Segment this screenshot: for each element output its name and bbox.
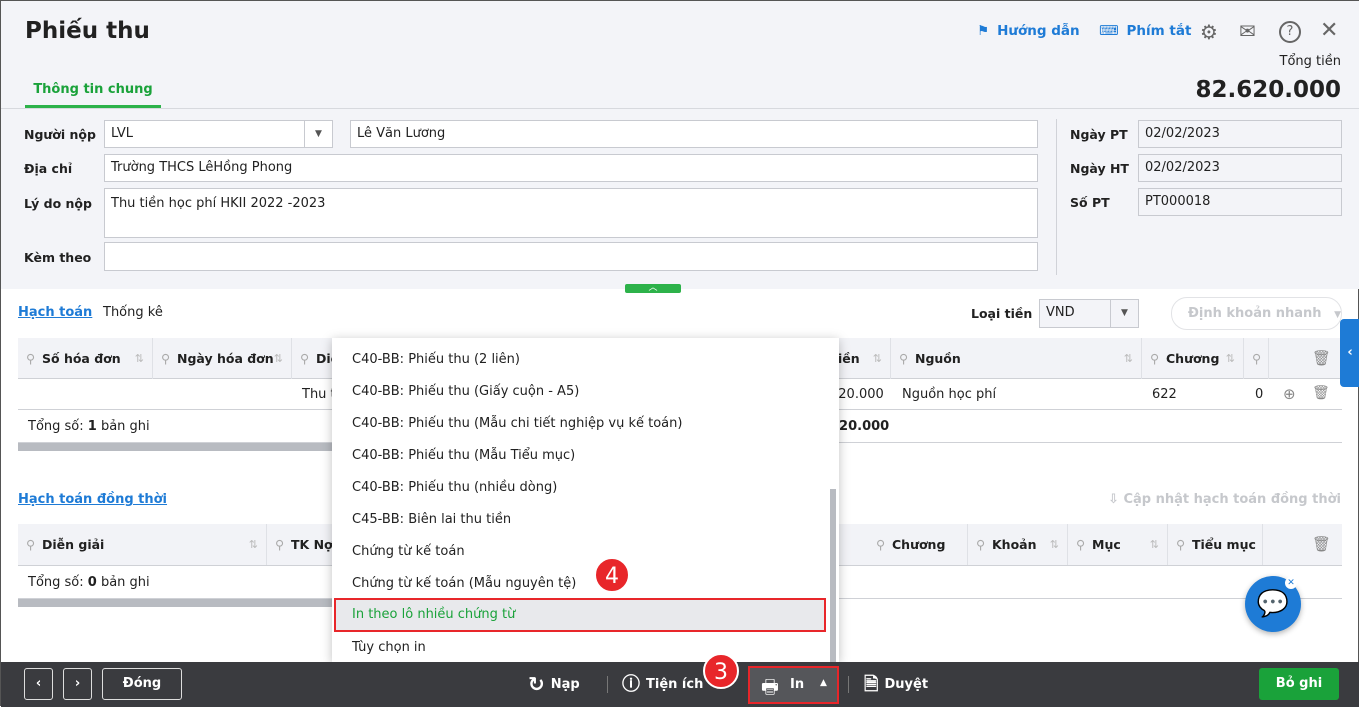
total-records: Tổng số: 0 bản ghi [28, 575, 150, 590]
prev-button[interactable]: ‹ [24, 668, 53, 700]
horizontal-scrollbar[interactable] [18, 599, 338, 607]
keyboard-icon: ⌨ [1099, 23, 1119, 39]
signpost-icon: ⚑ [977, 23, 990, 39]
footer-bar: ‹ › Đóng ↻ Nạp ⓘ Tiện ích 🖶 In ▲ 🗎 Duyệt Bỏ… [1, 662, 1359, 707]
form-divider [1056, 119, 1057, 275]
total-records: Tổng số: 1 bản ghi [28, 419, 150, 434]
col-next: ⚲ [1244, 338, 1269, 379]
separator [607, 676, 608, 693]
address-input[interactable]: Trường THCS LêHồng Phong [104, 154, 1038, 182]
attach-label: Kèm theo [24, 250, 92, 265]
delete-all-icon[interactable]: 🗑 [1312, 535, 1331, 553]
mail-forward-icon[interactable]: ✉ [1239, 19, 1256, 43]
col-invoice-no[interactable]: ⚲ Số hóa đơn ⇅ [18, 338, 153, 379]
refresh-icon: ↻ [528, 672, 545, 696]
document-icon: 🗎 [864, 674, 879, 695]
chevron-down-icon: ▼ [1110, 300, 1138, 327]
quick-entry-label: Định khoản nhanh [1188, 306, 1322, 321]
collapse-handle[interactable]: ︿ [625, 284, 681, 293]
menu-item[interactable]: Chứng từ kế toán [352, 536, 465, 568]
help-icon[interactable]: ? [1279, 21, 1301, 43]
menu-item[interactable]: C40-BB: Phiếu thu (2 liên) [352, 344, 520, 376]
next-button[interactable]: › [63, 668, 92, 700]
reason-input[interactable]: Thu tiền học phí HKII 2022 -2023 [104, 188, 1038, 238]
cell-description: Thu t [302, 387, 336, 402]
print-button[interactable]: 🖶 In ▲ [748, 666, 839, 704]
total-label: Tổng tiền [1279, 54, 1341, 69]
currency-label: Loại tiền [971, 306, 1033, 321]
address-label: Địa chỉ [24, 161, 73, 176]
delete-all-icon[interactable]: 🗑 [1312, 349, 1331, 367]
gear-icon[interactable]: ⚙ [1200, 20, 1218, 44]
concurrent-accounting-title[interactable]: Hạch toán đồng thời [18, 492, 167, 507]
separator [848, 676, 849, 693]
utilities-button[interactable]: ⓘ Tiện ích [622, 662, 703, 707]
menu-item[interactable]: C40-BB: Phiếu thu (Giấy cuộn - A5) [352, 376, 579, 408]
payer-name-input[interactable]: Lê Văn Lương [350, 120, 1038, 148]
col-invoice-date[interactable]: ⚲ Ngày hóa đơn ⇅ [153, 338, 292, 379]
approve-button[interactable]: 🗎 Duyệt [864, 662, 928, 707]
payer-code-select[interactable]: LVL ▼ [104, 120, 333, 148]
cell-source: Nguồn học phí [902, 387, 997, 402]
cell-chapter: 622 [1152, 387, 1177, 402]
close-icon[interactable]: ✕ [1320, 18, 1338, 43]
cell-next: 0 [1255, 387, 1264, 402]
tab-general-info[interactable]: Thông tin chung [25, 81, 161, 108]
unsave-button[interactable]: Bỏ ghi [1259, 668, 1339, 700]
attach-input[interactable] [104, 242, 1038, 271]
side-panel-toggle[interactable]: ‹ [1340, 319, 1359, 387]
menu-item[interactable]: C40-BB: Phiếu thu (Mẫu Tiểu mục) [352, 440, 575, 472]
chat-close-icon[interactable]: ✕ [1285, 577, 1297, 589]
date-ht-input[interactable]: 02/02/2023 [1138, 154, 1342, 182]
add-row-icon[interactable]: ⊕ [1283, 385, 1296, 403]
shortcuts-label: Phím tắt [1126, 23, 1192, 39]
col-item[interactable]: ⚲ Khoản ⇅ [968, 524, 1068, 565]
menu-item[interactable]: C45-BB: Biên lai thu tiền [352, 504, 511, 536]
quick-entry-button[interactable]: Định khoản nhanh ▼ [1171, 297, 1342, 330]
total-value: 82.620.000 [1195, 77, 1341, 103]
horizontal-scrollbar[interactable] [18, 443, 338, 451]
menu-item[interactable]: C40-BB: Phiếu thu (nhiều dòng) [352, 472, 557, 504]
update-concurrent-button[interactable]: ⇩ Cập nhật hạch toán đồng thời [1108, 492, 1341, 507]
delete-row-icon[interactable]: 🗑 [1312, 385, 1330, 401]
tab-accounting[interactable]: Hạch toán [18, 305, 92, 320]
col-source[interactable]: ⚲ Nguồn ⇅ [891, 338, 1142, 379]
caret-up-icon: ▲ [820, 678, 827, 688]
close-button[interactable]: Đóng [102, 668, 182, 700]
menu-item[interactable]: C40-BB: Phiếu thu (Mẫu chi tiết nghiệp v… [352, 408, 682, 440]
shortcuts-link[interactable]: ⌨ Phím tắt [1099, 23, 1191, 39]
guide-link[interactable]: ⚑ Hướng dẫn [977, 23, 1080, 39]
print-menu: C40-BB: Phiếu thu (2 liên) C40-BB: Phiếu… [332, 338, 839, 662]
divider [1, 108, 1359, 109]
payer-label: Người nộp [24, 127, 96, 142]
col-subsection[interactable]: ⚲ Tiểu mục [1168, 524, 1263, 565]
date-pt-input[interactable]: 02/02/2023 [1138, 120, 1342, 148]
guide-label: Hướng dẫn [997, 23, 1080, 39]
col-description[interactable]: ⚲ Diễn giải ⇅ [18, 524, 267, 565]
tab-stats[interactable]: Thống kê [103, 305, 163, 320]
so-pt-input[interactable]: PT000018 [1138, 188, 1342, 216]
step-3-badge: 3 [703, 653, 739, 689]
step-4-badge: 4 [594, 557, 630, 593]
printer-icon: 🖶 [761, 676, 779, 698]
so-pt-label: Số PT [1070, 195, 1110, 210]
col-chapter[interactable]: ⚲ Chương [868, 524, 968, 565]
date-pt-label: Ngày PT [1070, 127, 1128, 142]
menu-item[interactable]: Tùy chọn in [352, 632, 426, 664]
menu-item[interactable]: Chứng từ kế toán (Mẫu nguyên tệ) [352, 568, 576, 600]
payer-code-value: LVL [111, 126, 133, 141]
menu-item-highlighted[interactable]: In theo lô nhiều chứng từ [334, 598, 826, 632]
reason-label: Lý do nộp [24, 196, 92, 211]
col-chapter[interactable]: ⚲ Chương ⇅ [1142, 338, 1244, 379]
currency-value: VND [1046, 305, 1075, 320]
col-section[interactable]: ⚲ Mục ⇅ [1068, 524, 1168, 565]
info-icon: ⓘ [622, 674, 640, 695]
date-ht-label: Ngày HT [1070, 161, 1129, 176]
chevron-down-icon[interactable]: ▼ [304, 121, 332, 147]
page-title: Phiếu thu [25, 18, 150, 44]
menu-scrollbar[interactable] [830, 489, 836, 662]
currency-select[interactable]: VND ▼ [1039, 299, 1139, 328]
reload-button[interactable]: ↻ Nạp [528, 662, 580, 707]
update-icon: ⇩ [1108, 492, 1124, 507]
